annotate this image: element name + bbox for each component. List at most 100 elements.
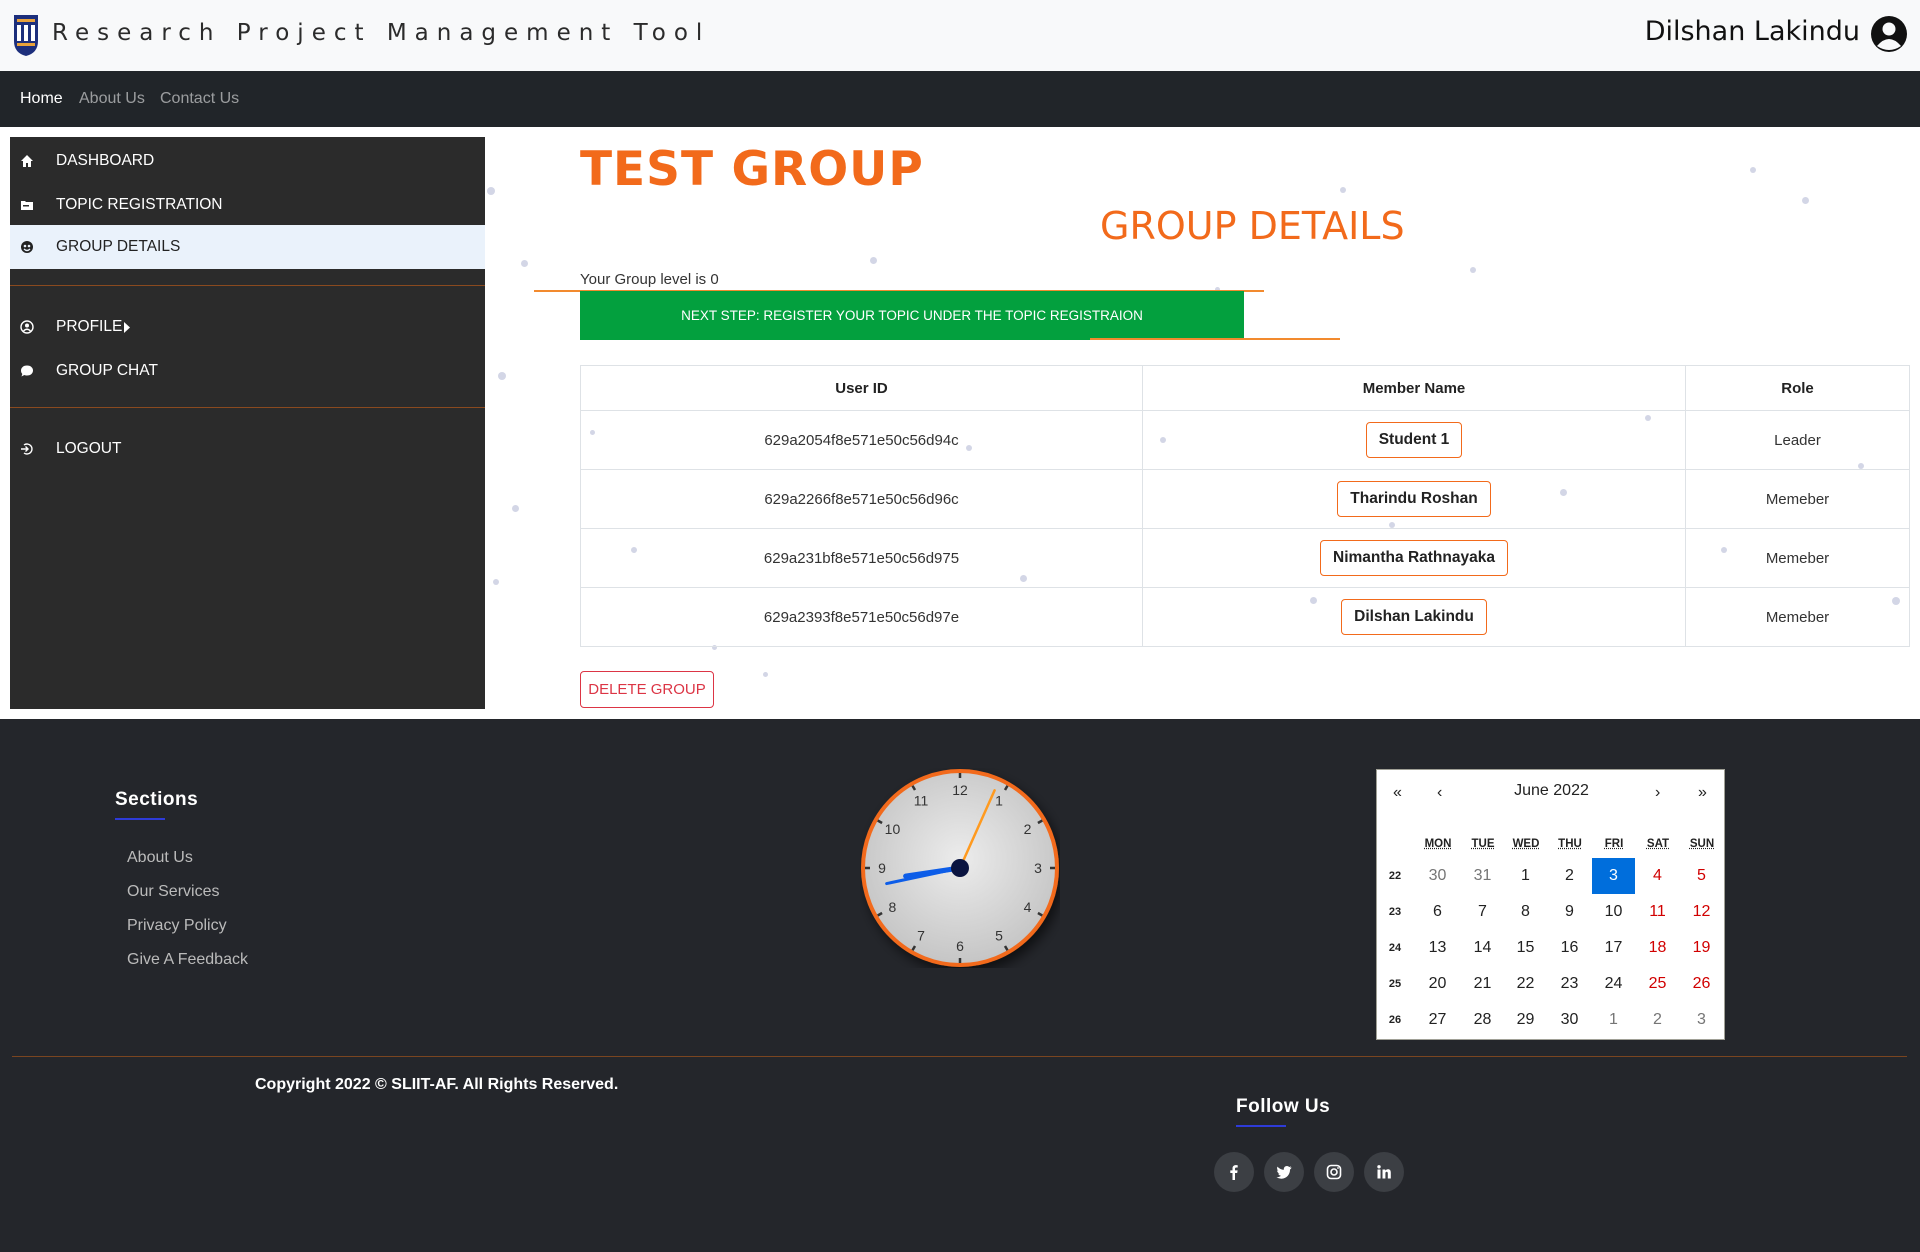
facebook-button[interactable]	[1214, 1152, 1254, 1192]
calendar-day[interactable]: 22	[1504, 966, 1547, 1002]
footer-link-privacy-policy[interactable]: Privacy Policy	[127, 917, 227, 935]
calendar-day[interactable]: 1	[1592, 1002, 1635, 1038]
sidebar-item-label: LOGOUT	[56, 440, 122, 457]
clock-number: 2	[1024, 821, 1032, 837]
member-name-cell: Student 1	[1142, 410, 1686, 470]
twitter-icon	[1276, 1166, 1292, 1179]
clock-number: 6	[956, 938, 964, 954]
nav-about-us[interactable]: About Us	[79, 90, 145, 108]
sidebar-item-profile[interactable]: PROFILE	[10, 305, 485, 349]
calendar-day[interactable]: 3	[1592, 858, 1635, 894]
calendar-weekday-sun: SUN	[1689, 838, 1715, 850]
copyright-text: Copyright 2022 © SLIIT-AF. All Rights Re…	[255, 1076, 619, 1093]
member-name-button[interactable]: Tharindu Roshan	[1337, 481, 1491, 517]
user-account-icon[interactable]	[1870, 15, 1908, 53]
calendar-day[interactable]: 17	[1592, 930, 1635, 966]
sidebar-item-topic-registration[interactable]: TOPIC REGISTRATION	[10, 183, 485, 227]
column-header-member-name: Member Name	[1142, 365, 1686, 411]
calendar-day[interactable]: 9	[1548, 894, 1591, 930]
sidebar-divider	[10, 407, 485, 408]
user-id-cell: 629a2054f8e571e50c56d94c	[580, 410, 1143, 470]
calendar-day[interactable]: 12	[1680, 894, 1723, 930]
calendar-day[interactable]: 30	[1548, 1002, 1591, 1038]
clock-number: 11	[914, 792, 929, 808]
role-cell: Memeber	[1685, 528, 1910, 588]
sidebar-item-group-chat[interactable]: GROUP CHAT	[10, 349, 485, 393]
sidebar-item-label: PROFILE	[56, 318, 123, 335]
facebook-icon	[1230, 1165, 1238, 1180]
calendar-day[interactable]: 27	[1416, 1002, 1459, 1038]
calendar-day[interactable]: 29	[1504, 1002, 1547, 1038]
calendar-day[interactable]: 11	[1636, 894, 1679, 930]
calendar-day[interactable]: 8	[1504, 894, 1547, 930]
calendar-day[interactable]: 1	[1504, 858, 1547, 894]
user-id-cell: 629a2266f8e571e50c56d96c	[580, 469, 1143, 529]
calendar-day[interactable]: 16	[1548, 930, 1591, 966]
calendar-day[interactable]: 19	[1680, 930, 1723, 966]
calendar-week-number: 23	[1388, 906, 1402, 918]
sidebar-item-label: GROUP CHAT	[56, 362, 158, 379]
calendar-day[interactable]: 10	[1592, 894, 1635, 930]
member-name-cell: Nimantha Rathnayaka	[1142, 528, 1686, 588]
calendar-weekday-mon: MON	[1424, 838, 1452, 850]
sidebar-item-label: TOPIC REGISTRATION	[56, 196, 223, 213]
calendar-day[interactable]: 3	[1680, 1002, 1723, 1038]
calendar-day[interactable]: 28	[1461, 1002, 1504, 1038]
calendar-day[interactable]: 21	[1461, 966, 1504, 1002]
user-name[interactable]: Dilshan Lakindu	[1645, 16, 1860, 47]
calendar-week-number: 25	[1388, 978, 1402, 990]
footer-link-about-us[interactable]: About Us	[127, 849, 193, 867]
sidebar-item-group-details[interactable]: GROUP DETAILS	[10, 225, 485, 269]
calendar-day[interactable]: 18	[1636, 930, 1679, 966]
user-id-cell: 629a231bf8e571e50c56d975	[580, 528, 1143, 588]
clock-number: 8	[889, 899, 897, 915]
calendar-day[interactable]: 5	[1680, 858, 1723, 894]
calendar-month-label[interactable]: June 2022	[1377, 782, 1726, 800]
instagram-button[interactable]	[1314, 1152, 1354, 1192]
calendar-day[interactable]: 25	[1636, 966, 1679, 1002]
calendar-day[interactable]: 15	[1504, 930, 1547, 966]
member-name-button[interactable]: Dilshan Lakindu	[1341, 599, 1487, 635]
member-name-button[interactable]: Student 1	[1365, 422, 1463, 458]
user-id-cell: 629a2393f8e571e50c56d97e	[580, 587, 1143, 647]
calendar-day[interactable]: 6	[1416, 894, 1459, 930]
sidebar-divider	[10, 285, 485, 286]
twitter-button[interactable]	[1264, 1152, 1304, 1192]
clock-center	[951, 859, 969, 877]
calendar-day[interactable]: 24	[1592, 966, 1635, 1002]
clock-number: 5	[995, 928, 1003, 944]
sidebar-item-dashboard[interactable]: DASHBOARD	[10, 139, 485, 183]
folder-icon	[21, 201, 33, 210]
calendar-week-number: 26	[1388, 1014, 1402, 1026]
nav-home[interactable]: Home	[20, 90, 63, 108]
calendar-day[interactable]: 13	[1416, 930, 1459, 966]
next-step-banner: NEXT STEP: REGISTER YOUR TOPIC UNDER THE…	[580, 291, 1244, 340]
main-navbar: Home About Us Contact Us	[0, 71, 1920, 127]
calendar-day[interactable]: 4	[1636, 858, 1679, 894]
calendar-day[interactable]: 7	[1461, 894, 1504, 930]
member-name-cell: Tharindu Roshan	[1142, 469, 1686, 529]
calendar-day[interactable]: 14	[1461, 930, 1504, 966]
sidebar-item-logout[interactable]: LOGOUT	[10, 427, 485, 471]
linkedin-button[interactable]	[1364, 1152, 1404, 1192]
calendar-day[interactable]: 23	[1548, 966, 1591, 1002]
member-name-button[interactable]: Nimantha Rathnayaka	[1320, 540, 1508, 576]
delete-group-button[interactable]: DELETE GROUP	[580, 671, 714, 708]
title-underline	[1236, 1125, 1286, 1127]
column-header-user-id: User ID	[580, 365, 1143, 411]
calendar-day[interactable]: 31	[1461, 858, 1504, 894]
footer-link-feedback[interactable]: Give A Feedback	[127, 951, 248, 969]
calendar-weekday-sat: SAT	[1646, 838, 1670, 850]
table-header-row: User ID Member Name Role	[580, 365, 1910, 411]
calendar-day[interactable]: 26	[1680, 966, 1723, 1002]
calendar-day[interactable]: 20	[1416, 966, 1459, 1002]
calendar-next-month-button[interactable]: ›	[1655, 784, 1660, 802]
calendar-next-year-button[interactable]: »	[1698, 784, 1707, 802]
nav-contact-us[interactable]: Contact Us	[160, 90, 239, 108]
calendar-day[interactable]: 2	[1548, 858, 1591, 894]
calendar-day[interactable]: 2	[1636, 1002, 1679, 1038]
footer-link-our-services[interactable]: Our Services	[127, 883, 219, 901]
footer-sections-title: Sections	[115, 789, 199, 810]
calendar-day[interactable]: 30	[1416, 858, 1459, 894]
table-row: 629a2393f8e571e50c56d97e Dilshan Lakindu…	[580, 587, 1910, 647]
